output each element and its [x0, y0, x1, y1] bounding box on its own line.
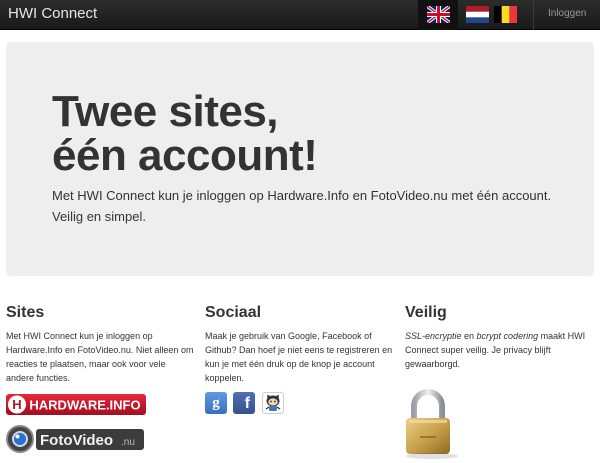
sociaal-column: Sociaal Maak je gebruik van Google, Face…: [205, 303, 395, 385]
ssl-encryptie-text: SSL-encryptie: [405, 331, 462, 341]
hardware-info-logo-text: HARDWARE.INFO: [29, 398, 140, 413]
fotovideo-logo[interactable]: FotoVideo .nu: [6, 424, 146, 454]
bcrypt-text: bcrypt codering: [476, 331, 539, 341]
netherlands-flag-icon[interactable]: [466, 6, 489, 23]
language-switcher: [418, 0, 528, 30]
hero-lead-text: Met HWI Connect kun je inloggen op Hardw…: [52, 188, 552, 224]
svg-text:H: H: [12, 397, 21, 412]
login-link[interactable]: Inloggen: [548, 8, 586, 19]
sociaal-text: Maak je gebruik van Google, Facebook of …: [205, 331, 393, 383]
belgium-flag-icon[interactable]: [494, 6, 517, 23]
hero-unit: Twee sites, één account! Met HWI Connect…: [6, 42, 594, 276]
google-icon[interactable]: g: [205, 392, 227, 414]
sites-column: Sites Met HWI Connect kun je inloggen op…: [6, 303, 196, 385]
top-navbar: HWI Connect Inloggen: [0, 0, 600, 30]
fotovideo-logo-suffix: .nu: [121, 437, 135, 448]
sociaal-heading: Sociaal: [205, 304, 262, 321]
veilig-text-mid: en: [461, 331, 477, 341]
hardware-info-logo[interactable]: H HARDWARE.INFO: [6, 393, 146, 416]
brand-link[interactable]: HWI Connect: [8, 5, 97, 22]
navbar-divider: [533, 0, 534, 30]
uk-flag-icon[interactable]: [427, 6, 450, 23]
hero-title-line-1: Twee sites,: [52, 87, 279, 136]
hero-title: Twee sites, één account!: [52, 87, 318, 180]
github-icon[interactable]: [262, 392, 284, 414]
veilig-column: Veilig SSL-encryptie en bcrypt codering …: [405, 303, 595, 371]
facebook-icon[interactable]: f: [233, 392, 255, 414]
fotovideo-logo-text: FotoVideo: [40, 432, 113, 449]
veilig-heading: Veilig: [405, 304, 447, 321]
sites-text: Met HWI Connect kun je inloggen op Hardw…: [6, 331, 194, 383]
hero-title-line-2: één account!: [52, 131, 318, 180]
veilig-text: SSL-encryptie en bcrypt codering maakt H…: [405, 329, 595, 371]
padlock-icon: [400, 386, 464, 460]
language-option-english[interactable]: [418, 0, 458, 30]
sites-heading: Sites: [6, 304, 45, 321]
